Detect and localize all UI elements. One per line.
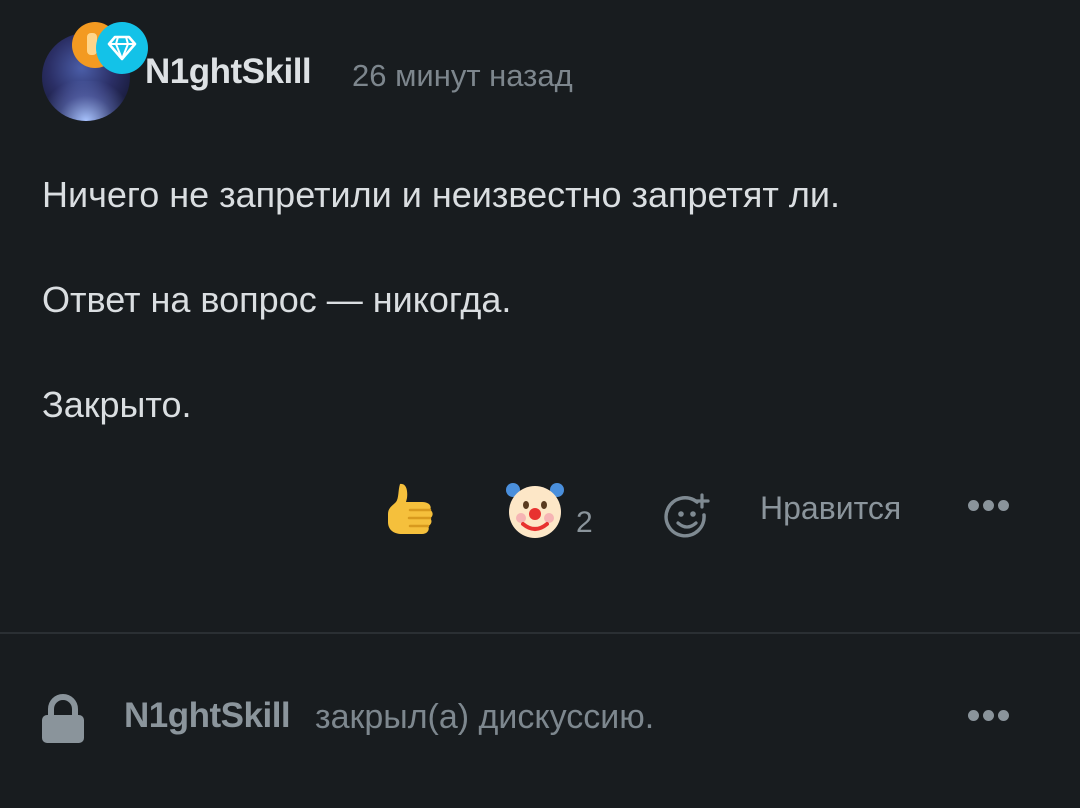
thumbs-up-icon[interactable] [382, 480, 442, 545]
comment-paragraph: Закрыто. [42, 384, 192, 425]
comment-paragraph: Ответ на вопрос — никогда. [42, 279, 512, 320]
lock-icon [40, 694, 86, 749]
discussion-closed-notice: N1ghtSkill закрыл(а) дискуссию. [0, 634, 1080, 808]
comment-paragraph: Ничего не запретили и неизвестно запретя… [42, 174, 840, 215]
more-options-icon[interactable] [968, 500, 1009, 511]
post-timestamp: 26 минут назад [352, 58, 573, 93]
comment-card: N1ghtSkill 26 минут назад Ничего не запр… [0, 0, 1080, 632]
add-reaction-icon[interactable] [664, 493, 712, 546]
clown-face-icon[interactable] [505, 480, 565, 545]
like-button[interactable]: Нравится [760, 490, 901, 527]
avatar-glow [42, 81, 130, 121]
closed-notice-text: закрыл(а) дискуссию. [315, 698, 655, 736]
closed-by-user[interactable]: N1ghtSkill [124, 696, 291, 736]
more-options-icon[interactable] [968, 710, 1009, 721]
author-name[interactable]: N1ghtSkill [145, 52, 312, 92]
clown-reaction-count: 2 [576, 506, 593, 539]
diamond-badge-icon [96, 22, 148, 74]
